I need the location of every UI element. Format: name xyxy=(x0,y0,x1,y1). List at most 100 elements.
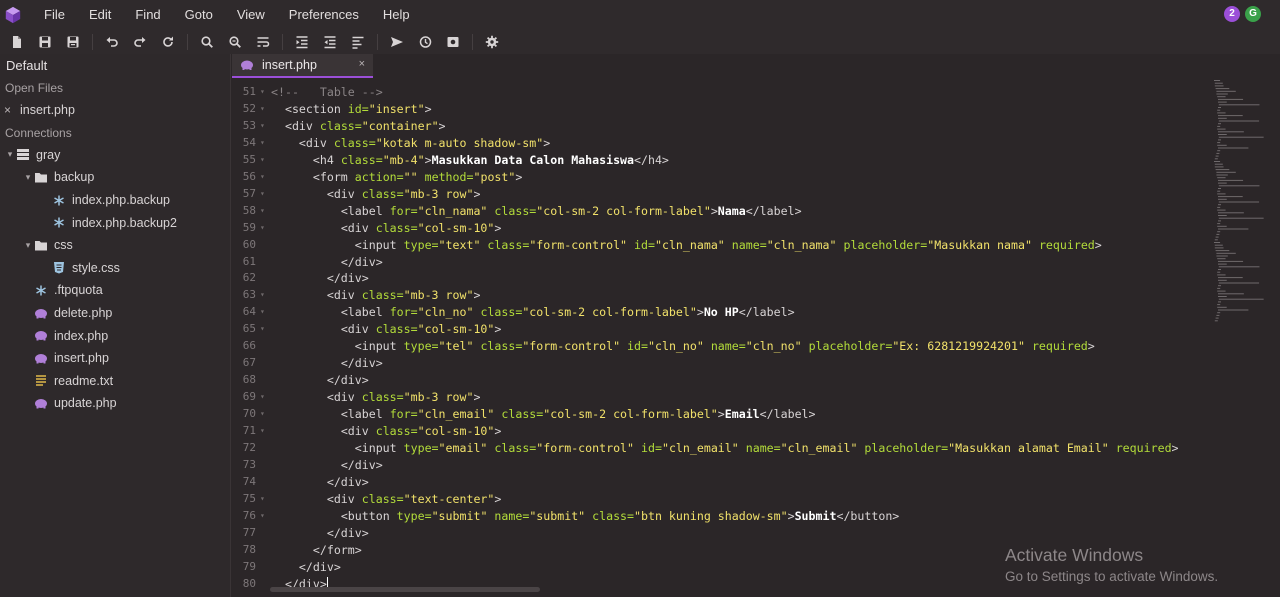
code-line[interactable]: 63 ▾ <div class="mb-3 row"> xyxy=(232,287,1210,304)
horizontal-scrollbar[interactable] xyxy=(270,587,540,592)
fold-toggle-icon[interactable]: ▾ xyxy=(260,152,265,169)
wrap-icon[interactable] xyxy=(254,33,272,51)
fold-toggle-icon[interactable]: ▾ xyxy=(260,321,265,338)
code-line[interactable]: 52 ▾ <section id="insert"> xyxy=(232,101,1210,118)
code-line[interactable]: 60 <input type="text" class="form-contro… xyxy=(232,237,1210,254)
preview-icon[interactable] xyxy=(444,33,462,51)
code-line[interactable]: 58 ▾ <label for="cln_nama" class="col-sm-… xyxy=(232,203,1210,220)
fold-toggle-icon[interactable]: ▾ xyxy=(260,406,265,423)
code-line[interactable]: 76 ▾ <button type="submit" name="submit" … xyxy=(232,508,1210,525)
indent-icon[interactable] xyxy=(293,33,311,51)
account-badge[interactable]: G xyxy=(1245,6,1261,22)
menu-file[interactable]: File xyxy=(32,0,77,29)
chevron-down-icon[interactable]: ▾ xyxy=(22,240,34,251)
fold-toggle-icon[interactable]: ▾ xyxy=(260,84,265,101)
tree-file-style-css[interactable]: style.css xyxy=(0,257,230,280)
tree-file-insert-php[interactable]: insert.php xyxy=(0,347,230,370)
open-files-header[interactable]: Open Files xyxy=(0,77,230,99)
tree-file-index-php[interactable]: index.php xyxy=(0,324,230,347)
tree-file-update-php[interactable]: update.php xyxy=(0,392,230,415)
tree-file-index-php-backup2[interactable]: index.php.backup2 xyxy=(0,211,230,234)
menu-find[interactable]: Find xyxy=(123,0,172,29)
fold-toggle-icon[interactable]: ▾ xyxy=(260,304,265,321)
fold-toggle-icon[interactable]: ▾ xyxy=(260,186,265,203)
account-badge[interactable]: 2 xyxy=(1224,6,1240,22)
fold-toggle-icon[interactable]: ▾ xyxy=(260,508,265,525)
line-number: 59 xyxy=(242,220,256,234)
tree-file-delete-php[interactable]: delete.php xyxy=(0,302,230,325)
code-line[interactable]: 69 ▾ <div class="mb-3 row"> xyxy=(232,389,1210,406)
minimap-line xyxy=(1218,147,1249,149)
code-line[interactable]: 65 ▾ <div class="col-sm-10"> xyxy=(232,321,1210,338)
fold-toggle-icon[interactable]: ▾ xyxy=(260,220,265,237)
code-line[interactable]: 54 ▾ <div class="kotak m-auto shadow-sm"> xyxy=(232,135,1210,152)
code-line[interactable]: 72 <input type="email" class="form-contr… xyxy=(232,440,1210,457)
code-line[interactable]: 73 </div> xyxy=(232,457,1210,474)
minimap-line xyxy=(1214,242,1221,243)
minimap-line xyxy=(1218,104,1260,106)
tree-folder-backup[interactable]: ▾ backup xyxy=(0,166,230,189)
fold-toggle-icon[interactable]: ▾ xyxy=(260,101,265,118)
fold-toggle-icon[interactable]: ▾ xyxy=(260,287,265,304)
fold-toggle-icon[interactable]: ▾ xyxy=(260,389,265,406)
code-line[interactable]: 59 ▾ <div class="col-sm-10"> xyxy=(232,220,1210,237)
undo-icon[interactable] xyxy=(103,33,121,51)
format-icon[interactable] xyxy=(349,33,367,51)
fold-toggle-icon[interactable]: ▾ xyxy=(260,491,265,508)
tree-folder-gray[interactable]: ▾ gray xyxy=(0,144,230,167)
generic-file-icon xyxy=(52,193,66,207)
settings-icon[interactable] xyxy=(483,33,501,51)
fold-toggle-icon[interactable]: ▾ xyxy=(260,169,265,186)
code-line[interactable]: 56 ▾ <form action="" method="post"> xyxy=(232,169,1210,186)
search-replace-icon[interactable] xyxy=(226,33,244,51)
code-line[interactable]: 77 </div> xyxy=(232,525,1210,542)
menu-help[interactable]: Help xyxy=(371,0,422,29)
code-line[interactable]: 55 ▾ <h4 class="mb-4">Masukkan Data Calon… xyxy=(232,152,1210,169)
chevron-down-icon[interactable]: ▾ xyxy=(22,172,34,183)
fold-toggle-icon[interactable]: ▾ xyxy=(260,423,265,440)
save-icon[interactable] xyxy=(36,33,54,51)
minimap[interactable] xyxy=(1210,78,1280,597)
redo-icon[interactable] xyxy=(131,33,149,51)
new-file-icon[interactable] xyxy=(8,33,26,51)
code-line[interactable]: 57 ▾ <div class="mb-3 row"> xyxy=(232,186,1210,203)
code-line[interactable]: 67 </div> xyxy=(232,355,1210,372)
fold-toggle-icon[interactable]: ▾ xyxy=(260,203,265,220)
tab-insert-php[interactable]: insert.php × xyxy=(232,54,373,78)
outdent-icon[interactable] xyxy=(321,33,339,51)
code-line[interactable]: 53 ▾ <div class="container"> xyxy=(232,118,1210,135)
close-icon[interactable]: × xyxy=(4,103,20,117)
code-line[interactable]: 74 </div> xyxy=(232,474,1210,491)
code-line[interactable]: 70 ▾ <label for="cln_email" class="col-sm… xyxy=(232,406,1210,423)
menu-preferences[interactable]: Preferences xyxy=(277,0,371,29)
menu-view[interactable]: View xyxy=(225,0,277,29)
search-icon[interactable] xyxy=(198,33,216,51)
reload-icon[interactable] xyxy=(159,33,177,51)
code-line[interactable]: 68 </div> xyxy=(232,372,1210,389)
code-line[interactable]: 71 ▾ <div class="col-sm-10"> xyxy=(232,423,1210,440)
code-line[interactable]: 51 ▾ <!-- Table --> xyxy=(232,84,1210,101)
send-icon[interactable] xyxy=(388,33,406,51)
tree-file-index-php-backup[interactable]: index.php.backup xyxy=(0,189,230,212)
code-line[interactable]: 75 ▾ <div class="text-center"> xyxy=(232,491,1210,508)
tree-folder-css[interactable]: ▾ css xyxy=(0,234,230,257)
close-icon[interactable]: × xyxy=(359,58,365,70)
chevron-down-icon[interactable]: ▾ xyxy=(4,149,16,160)
open-file-item[interactable]: × insert.php xyxy=(0,99,230,122)
history-icon[interactable] xyxy=(416,33,434,51)
code-line[interactable]: 64 ▾ <label for="cln_no" class="col-sm-2 … xyxy=(232,304,1210,321)
save-all-icon[interactable] xyxy=(64,33,82,51)
code-line[interactable]: 61 </div> xyxy=(232,254,1210,271)
code-line[interactable]: 66 <input type="tel" class="form-control… xyxy=(232,338,1210,355)
code-editor[interactable]: 51 ▾ <!-- Table --> 52 ▾ <section id="insert… xyxy=(232,78,1210,597)
tree-file-readme-txt[interactable]: readme.txt xyxy=(0,370,230,393)
fold-toggle-icon[interactable]: ▾ xyxy=(260,118,265,135)
code-line[interactable]: 62 </div> xyxy=(232,270,1210,287)
menu-edit[interactable]: Edit xyxy=(77,0,123,29)
editor-window: File Edit Find Goto View Preferences Help 2G D… xyxy=(0,0,1280,597)
menu-goto[interactable]: Goto xyxy=(173,0,225,29)
fold-toggle-icon[interactable]: ▾ xyxy=(260,135,265,152)
tree-file-ftpquota[interactable]: .ftpquota xyxy=(0,279,230,302)
connections-header[interactable]: Connections xyxy=(0,122,230,144)
minimap-line xyxy=(1217,112,1226,114)
